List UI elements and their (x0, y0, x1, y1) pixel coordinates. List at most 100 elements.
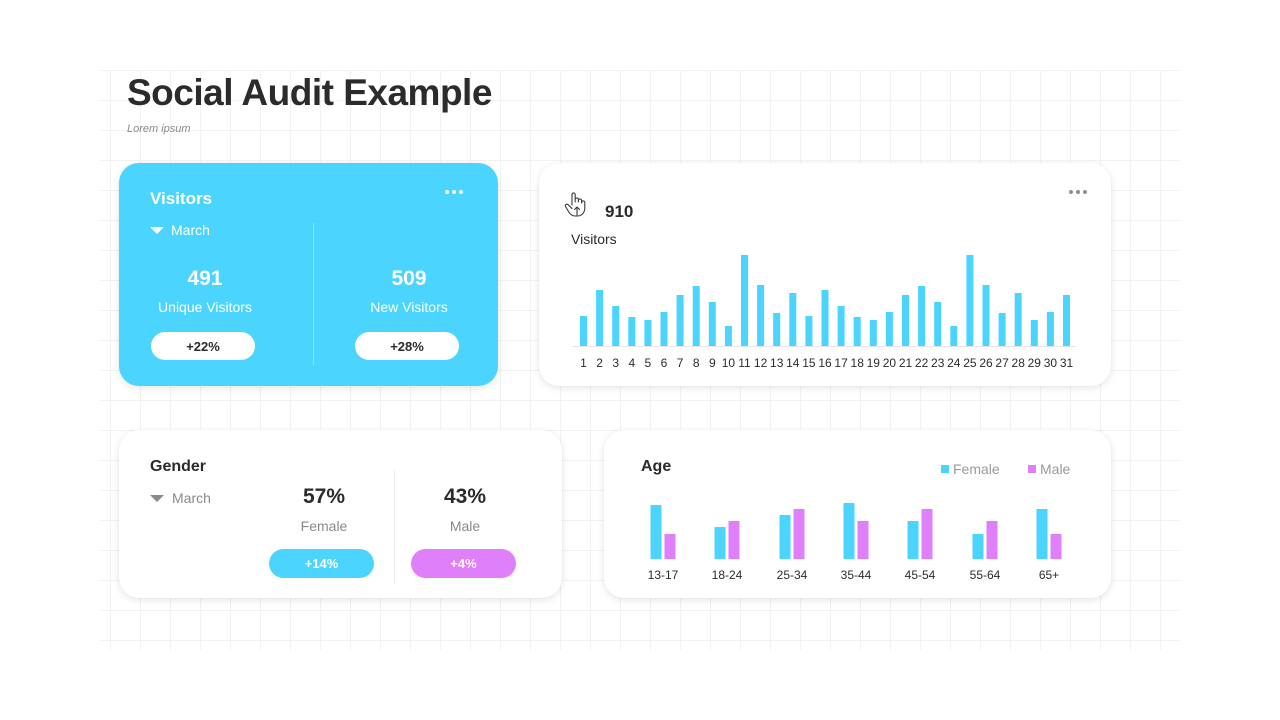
bar-day-14 (789, 293, 797, 346)
month-dropdown[interactable]: March (150, 222, 210, 238)
x-tick-label: 19 (867, 356, 881, 370)
x-tick-label: 20 (883, 356, 897, 370)
x-tick-label: 1 (580, 356, 587, 370)
bar-day-9 (708, 302, 716, 346)
new-visitors-stat: 509 New Visitors (329, 267, 489, 315)
divider (313, 223, 314, 365)
bar-day-8 (692, 286, 700, 346)
x-tick-label: 27 (995, 356, 1009, 370)
x-tick-label: 18-24 (712, 568, 743, 582)
x-tick-label: 26 (979, 356, 993, 370)
more-options-icon[interactable] (445, 190, 463, 194)
x-tick-label: 11 (738, 356, 751, 370)
bar-female-65+ (1036, 509, 1048, 559)
gender-card: Gender March 57% Female +14% 43% Male +4… (119, 430, 562, 598)
bar-day-2 (596, 290, 604, 346)
bar-day-21 (902, 295, 909, 346)
x-tick-label: 31 (1060, 356, 1074, 370)
bar-day-27 (998, 313, 1006, 346)
male-percent-value: 43% (443, 485, 487, 508)
x-tick-label: 24 (947, 356, 961, 370)
divider (394, 470, 395, 584)
bar-day-4 (628, 317, 636, 346)
bar-day-12 (757, 285, 765, 346)
x-tick-label: 15 (802, 356, 816, 370)
bar-day-26 (982, 285, 990, 346)
x-tick-label: 55-64 (970, 568, 1001, 582)
new-visitors-label: New Visitors (370, 299, 448, 315)
bar-day-20 (885, 312, 893, 346)
bar-day-23 (934, 302, 942, 346)
bar-day-5 (644, 320, 652, 346)
bar-day-15 (805, 316, 813, 346)
bar-male-65+ (1050, 534, 1062, 559)
visitors-summary-card: Visitors March 491 Unique Visitors +22% … (119, 163, 498, 386)
bar-male-18-24 (728, 521, 740, 559)
x-tick-label: 21 (899, 356, 913, 370)
daily-visitors-card: 910 Visitors 1 2 3 4 5 6 7 8 9 10 11 12 13 14 15 16 17 18… (539, 163, 1111, 386)
month-dropdown[interactable]: March (150, 490, 211, 506)
month-dropdown-label: March (172, 490, 211, 506)
bar-day-16 (821, 290, 829, 346)
bar-day-30 (1046, 312, 1054, 346)
x-tick-label: 22 (915, 356, 929, 370)
visitors-card-title: Visitors (150, 189, 213, 208)
bar-female-25-34 (779, 515, 791, 559)
x-tick-label: 4 (628, 356, 635, 370)
bar-female-45-54 (907, 521, 919, 559)
page-title: Social Audit Example (127, 72, 492, 113)
bar-day-7 (676, 295, 684, 346)
x-tick-label: 45-54 (905, 568, 936, 582)
x-tick-label: 16 (818, 356, 832, 370)
female-percent-value: 57% (302, 485, 346, 508)
bar-day-17 (837, 306, 845, 346)
caret-down-icon (150, 494, 164, 502)
unique-visitors-change-badge: +22% (151, 332, 255, 360)
female-stat: 57% Female (264, 485, 384, 534)
x-tick-label: 35-44 (841, 568, 872, 582)
x-tick-label: 13 (770, 356, 784, 370)
bar-day-29 (1030, 320, 1038, 346)
unique-visitors-stat: 491 Unique Visitors (125, 267, 285, 315)
x-tick-label: 23 (931, 356, 945, 370)
x-tick-label: 25-34 (777, 568, 808, 582)
x-tick-label: 7 (677, 356, 684, 370)
unique-visitors-label: Unique Visitors (158, 299, 252, 315)
bar-female-18-24 (714, 527, 726, 559)
month-dropdown-label: March (171, 222, 210, 238)
bar-day-19 (869, 320, 877, 346)
bar-day-6 (660, 312, 668, 346)
bar-male-13-17 (664, 534, 676, 559)
x-tick-label: 30 (1044, 356, 1058, 370)
x-tick-label: 3 (612, 356, 619, 370)
x-tick-label: 9 (709, 356, 716, 370)
bar-day-1 (580, 316, 587, 346)
x-tick-label: 12 (754, 356, 768, 370)
bar-male-35-44 (857, 521, 869, 559)
x-tick-label: 65+ (1039, 568, 1059, 582)
bar-day-13 (773, 313, 781, 346)
new-visitors-change-badge: +28% (355, 332, 459, 360)
x-tick-label: 10 (722, 356, 736, 370)
x-tick-label: 25 (963, 356, 977, 370)
bar-day-11 (741, 255, 748, 346)
x-tick-label: 8 (693, 356, 700, 370)
caret-down-icon (150, 226, 164, 234)
female-change-badge: +14% (269, 549, 374, 578)
x-tick-label: 17 (834, 356, 848, 370)
male-label: Male (449, 518, 481, 534)
x-tick-label: 13-17 (648, 568, 679, 582)
age-card: Age Female Male 13-17 18-24 25-34 35-44 45-5… (604, 430, 1111, 598)
age-bar-chart: 13-17 18-24 25-34 35-44 45-54 55-64 65+ (648, 503, 1062, 582)
bar-day-3 (612, 306, 620, 346)
bar-day-18 (853, 317, 861, 346)
bar-female-13-17 (650, 505, 662, 559)
x-tick-label: 29 (1028, 356, 1042, 370)
male-change-badge: +4% (411, 549, 516, 578)
x-tick-label: 28 (1012, 356, 1026, 370)
bar-day-10 (724, 326, 732, 346)
bar-day-22 (918, 286, 926, 346)
x-tick-label: 2 (596, 356, 603, 370)
gender-card-title: Gender (150, 458, 207, 475)
x-tick-label: 5 (645, 356, 652, 370)
